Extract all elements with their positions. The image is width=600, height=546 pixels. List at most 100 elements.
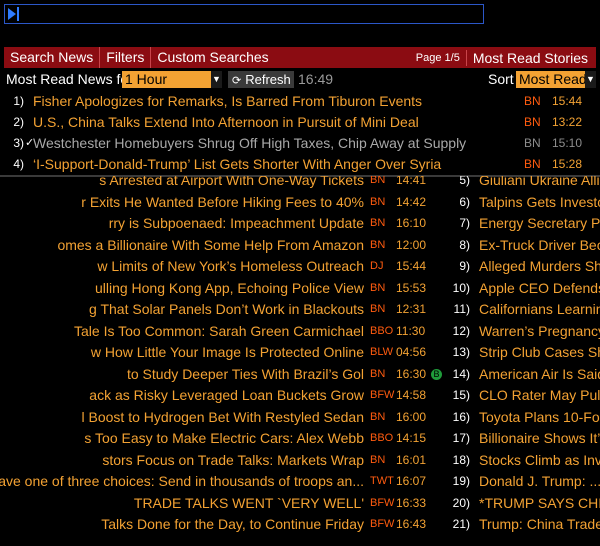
story-source: BN bbox=[370, 281, 386, 294]
story-headline[interactable]: r Exits He Wanted Before Hiking Fees to … bbox=[81, 192, 364, 214]
story-headline[interactable]: e have one of three choices: Send in tho… bbox=[0, 471, 364, 493]
story-row[interactable]: ulling Hong Kong App, Echoing Police Vie… bbox=[0, 278, 452, 300]
story-headline[interactable]: Stocks Climb as Inve bbox=[479, 450, 600, 472]
story-headline[interactable]: to Study Deeper Ties With Brazil’s Gol bbox=[127, 364, 364, 386]
story-row[interactable]: 7) Energy Secretary Per bbox=[452, 213, 600, 235]
story-headline[interactable]: Energy Secretary Per bbox=[479, 213, 600, 235]
story-headline[interactable]: Fisher Apologizes for Remarks, Is Barred… bbox=[33, 91, 422, 112]
story-row[interactable]: 6) Talpins Gets Investo bbox=[452, 192, 600, 214]
story-row[interactable]: 16) Toyota Plans 10-Folc bbox=[452, 407, 600, 429]
story-row[interactable]: w Limits of New York’s Homeless Outreach… bbox=[0, 256, 452, 278]
story-headline[interactable]: Trump: China Trade T bbox=[479, 514, 600, 536]
story-headline[interactable]: Warren’s Pregnancy T bbox=[479, 321, 600, 343]
right-story-column: 5) Giuliani Ukraine Allie 6) Talpins Gets I… bbox=[452, 176, 600, 546]
story-row[interactable]: TRADE TALKS WENT `VERY WELL' BFW 16:33 bbox=[0, 493, 452, 515]
story-row[interactable]: ack as Risky Leveraged Loan Buckets Grow… bbox=[0, 385, 452, 407]
story-headline[interactable]: Talks Done for the Day, to Continue Frid… bbox=[101, 514, 364, 536]
story-headline[interactable]: Donald J. Trump: ... bbox=[479, 471, 600, 493]
story-time: 14:42 bbox=[396, 194, 427, 209]
story-row[interactable]: l Boost to Hydrogen Bet With Restyled Se… bbox=[0, 407, 452, 429]
story-headline[interactable]: *TRUMP SAYS CHINA bbox=[479, 493, 600, 515]
story-headline[interactable]: Californians Learning bbox=[479, 299, 600, 321]
story-headline[interactable]: Strip Club Cases Show bbox=[479, 342, 600, 364]
story-row[interactable]: 9) Alleged Murders Show bbox=[452, 256, 600, 278]
story-row[interactable]: 1) Fisher Apologizes for Remarks, Is Bar… bbox=[4, 91, 596, 112]
story-row[interactable]: 4) ‘I-Support-Donald-Trump’ List Gets Sh… bbox=[4, 154, 596, 175]
story-row[interactable]: 10) Apple CEO Defends P bbox=[452, 278, 600, 300]
search-news-menu[interactable]: Search News bbox=[4, 47, 101, 68]
story-headline[interactable]: ack as Risky Leveraged Loan Buckets Grow bbox=[89, 385, 364, 407]
story-row[interactable]: s Arrested at Airport With One-Way Ticke… bbox=[0, 176, 452, 192]
refresh-button[interactable]: ⟳ Refresh bbox=[228, 71, 294, 88]
story-headline[interactable]: Toyota Plans 10-Folc bbox=[479, 407, 600, 429]
story-row[interactable]: 2) U.S., China Talks Extend Into Afterno… bbox=[4, 112, 596, 133]
story-row[interactable]: 11) Californians Learning bbox=[452, 299, 600, 321]
story-row[interactable]: 18) Stocks Climb as Inve bbox=[452, 450, 600, 472]
story-headline[interactable]: American Air Is Said bbox=[479, 364, 600, 386]
story-row[interactable]: r Exits He Wanted Before Hiking Fees to … bbox=[0, 192, 452, 214]
story-row[interactable]: 12) Warren’s Pregnancy T bbox=[452, 321, 600, 343]
story-headline[interactable]: Tale Is Too Common: Sarah Green Carmicha… bbox=[74, 321, 364, 343]
story-headline[interactable]: Billionaire Shows It’s bbox=[479, 428, 600, 450]
story-rank: 14) bbox=[452, 366, 470, 381]
story-row[interactable]: 8) Ex-Truck Driver Beco bbox=[452, 235, 600, 257]
story-row[interactable]: 3) ✓ Westchester Homebuyers Shrug Off Hi… bbox=[4, 133, 596, 154]
story-headline[interactable]: Giuliani Ukraine Allie bbox=[479, 176, 600, 192]
story-headline[interactable]: g That Solar Panels Don’t Work in Blacko… bbox=[89, 299, 364, 321]
story-row[interactable]: 21) Trump: China Trade T bbox=[452, 514, 600, 536]
story-row[interactable]: g That Solar Panels Don’t Work in Blacko… bbox=[0, 299, 452, 321]
story-headline[interactable]: Talpins Gets Investo bbox=[479, 192, 600, 214]
story-headline[interactable]: stors Focus on Trade Talks: Markets Wrap bbox=[102, 450, 364, 472]
story-headline[interactable]: Westchester Homebuyers Shrug Off High Ta… bbox=[33, 133, 466, 154]
story-headline[interactable]: s Too Easy to Make Electric Cars: Alex W… bbox=[84, 428, 364, 450]
most-read-stories-title[interactable]: Most Read Stories bbox=[465, 49, 596, 66]
story-headline[interactable]: rry is Subpoenaed: Impeachment Update bbox=[109, 213, 364, 235]
story-time: 11:30 bbox=[396, 323, 426, 338]
story-row[interactable]: 14) American Air Is Said bbox=[452, 364, 600, 386]
chevron-down-icon[interactable]: ▼ bbox=[585, 71, 596, 88]
story-row[interactable]: 15) CLO Rater May Pull B bbox=[452, 385, 600, 407]
command-line-input[interactable] bbox=[4, 4, 484, 24]
story-row[interactable]: to Study Deeper Ties With Brazil’s Gol BN… bbox=[0, 364, 452, 386]
story-row[interactable]: 17) Billionaire Shows It’s bbox=[452, 428, 600, 450]
story-row[interactable]: 13) Strip Club Cases Show bbox=[452, 342, 600, 364]
story-headline[interactable]: s Arrested at Airport With One-Way Ticke… bbox=[99, 176, 364, 192]
story-rank: 6) bbox=[459, 194, 470, 209]
period-dropdown[interactable]: 1 Hour ▼ bbox=[122, 71, 222, 88]
story-row[interactable]: stors Focus on Trade Talks: Markets Wrap… bbox=[0, 450, 452, 472]
story-row[interactable]: Talks Done for the Day, to Continue Frid… bbox=[0, 514, 452, 536]
story-source: BN bbox=[524, 115, 541, 129]
story-source: TWT bbox=[370, 475, 394, 487]
story-headline[interactable]: Alleged Murders Show bbox=[479, 256, 600, 278]
story-row[interactable]: w How Little Your Image Is Protected Onl… bbox=[0, 342, 452, 364]
filters-menu[interactable]: Filters bbox=[100, 47, 152, 68]
story-row[interactable]: 5) Giuliani Ukraine Allie bbox=[452, 176, 600, 192]
chevron-down-icon[interactable]: ▼ bbox=[211, 71, 222, 88]
story-headline[interactable]: CLO Rater May Pull B bbox=[479, 385, 600, 407]
story-headline[interactable]: w Limits of New York’s Homeless Outreach bbox=[97, 256, 364, 278]
story-rank: 18) bbox=[452, 452, 470, 467]
sort-dropdown[interactable]: Most Read ▼ bbox=[516, 71, 596, 88]
story-headline[interactable]: l Boost to Hydrogen Bet With Restyled Se… bbox=[82, 407, 364, 429]
story-headline[interactable]: w How Little Your Image Is Protected Onl… bbox=[91, 342, 364, 364]
story-headline[interactable]: U.S., China Talks Extend Into Afternoon … bbox=[33, 112, 419, 133]
story-source: BN bbox=[370, 367, 386, 380]
sort-label: Sort bbox=[488, 71, 514, 87]
story-headline[interactable]: Ex-Truck Driver Beco bbox=[479, 235, 600, 257]
story-row[interactable]: rry is Subpoenaed: Impeachment Update BN 1… bbox=[0, 213, 452, 235]
story-row[interactable]: e have one of three choices: Send in tho… bbox=[0, 471, 452, 493]
story-row[interactable]: 20) *TRUMP SAYS CHINA bbox=[452, 493, 600, 515]
story-row[interactable]: s Too Easy to Make Electric Cars: Alex W… bbox=[0, 428, 452, 450]
story-row[interactable]: omes a Billionaire With Some Help From A… bbox=[0, 235, 452, 257]
story-headline[interactable]: omes a Billionaire With Some Help From A… bbox=[57, 235, 364, 257]
story-headline[interactable]: ulling Hong Kong App, Echoing Police Vie… bbox=[95, 278, 364, 300]
story-time: 12:00 bbox=[396, 237, 427, 252]
story-row[interactable]: Tale Is Too Common: Sarah Green Carmicha… bbox=[0, 321, 452, 343]
story-headline[interactable]: ‘I-Support-Donald-Trump’ List Gets Short… bbox=[33, 154, 441, 175]
story-headline[interactable]: TRADE TALKS WENT `VERY WELL' bbox=[134, 493, 364, 515]
story-row[interactable]: 19) Donald J. Trump: ... bbox=[452, 471, 600, 493]
custom-searches-menu[interactable]: Custom Searches bbox=[151, 47, 274, 68]
story-time: 16:07 bbox=[396, 474, 427, 488]
story-source: BFW bbox=[370, 518, 395, 530]
story-headline[interactable]: Apple CEO Defends P bbox=[479, 278, 600, 300]
